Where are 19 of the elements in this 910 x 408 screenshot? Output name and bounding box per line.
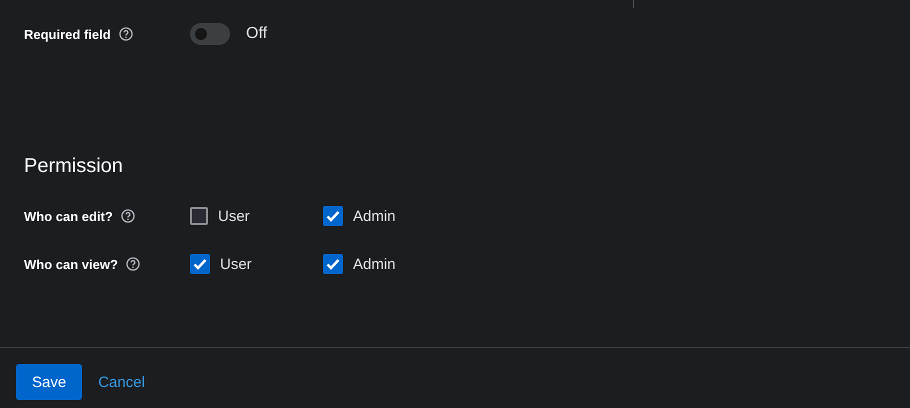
cancel-link[interactable]: Cancel bbox=[90, 364, 153, 400]
checkbox-label: Admin bbox=[353, 256, 396, 272]
field-label: Required field bbox=[24, 26, 111, 42]
help-icon[interactable] bbox=[118, 27, 133, 41]
field-label: Who can view? bbox=[24, 256, 118, 272]
save-button[interactable]: Save bbox=[16, 364, 82, 400]
help-icon[interactable] bbox=[120, 209, 135, 223]
checkbox[interactable] bbox=[323, 254, 343, 274]
checkbox[interactable] bbox=[190, 207, 208, 225]
checkbox-label: User bbox=[220, 256, 252, 272]
section-heading: Permission bbox=[24, 154, 124, 178]
help-icon[interactable] bbox=[126, 257, 140, 271]
checkbox[interactable] bbox=[323, 206, 343, 226]
toggle-switch[interactable] bbox=[190, 23, 230, 45]
checkbox-label: User bbox=[218, 208, 250, 224]
field-label: Who can edit? bbox=[24, 208, 113, 224]
checkbox[interactable] bbox=[190, 254, 210, 274]
checkbox-label: Admin bbox=[353, 208, 396, 224]
toggle-state-text: Off bbox=[246, 25, 268, 43]
